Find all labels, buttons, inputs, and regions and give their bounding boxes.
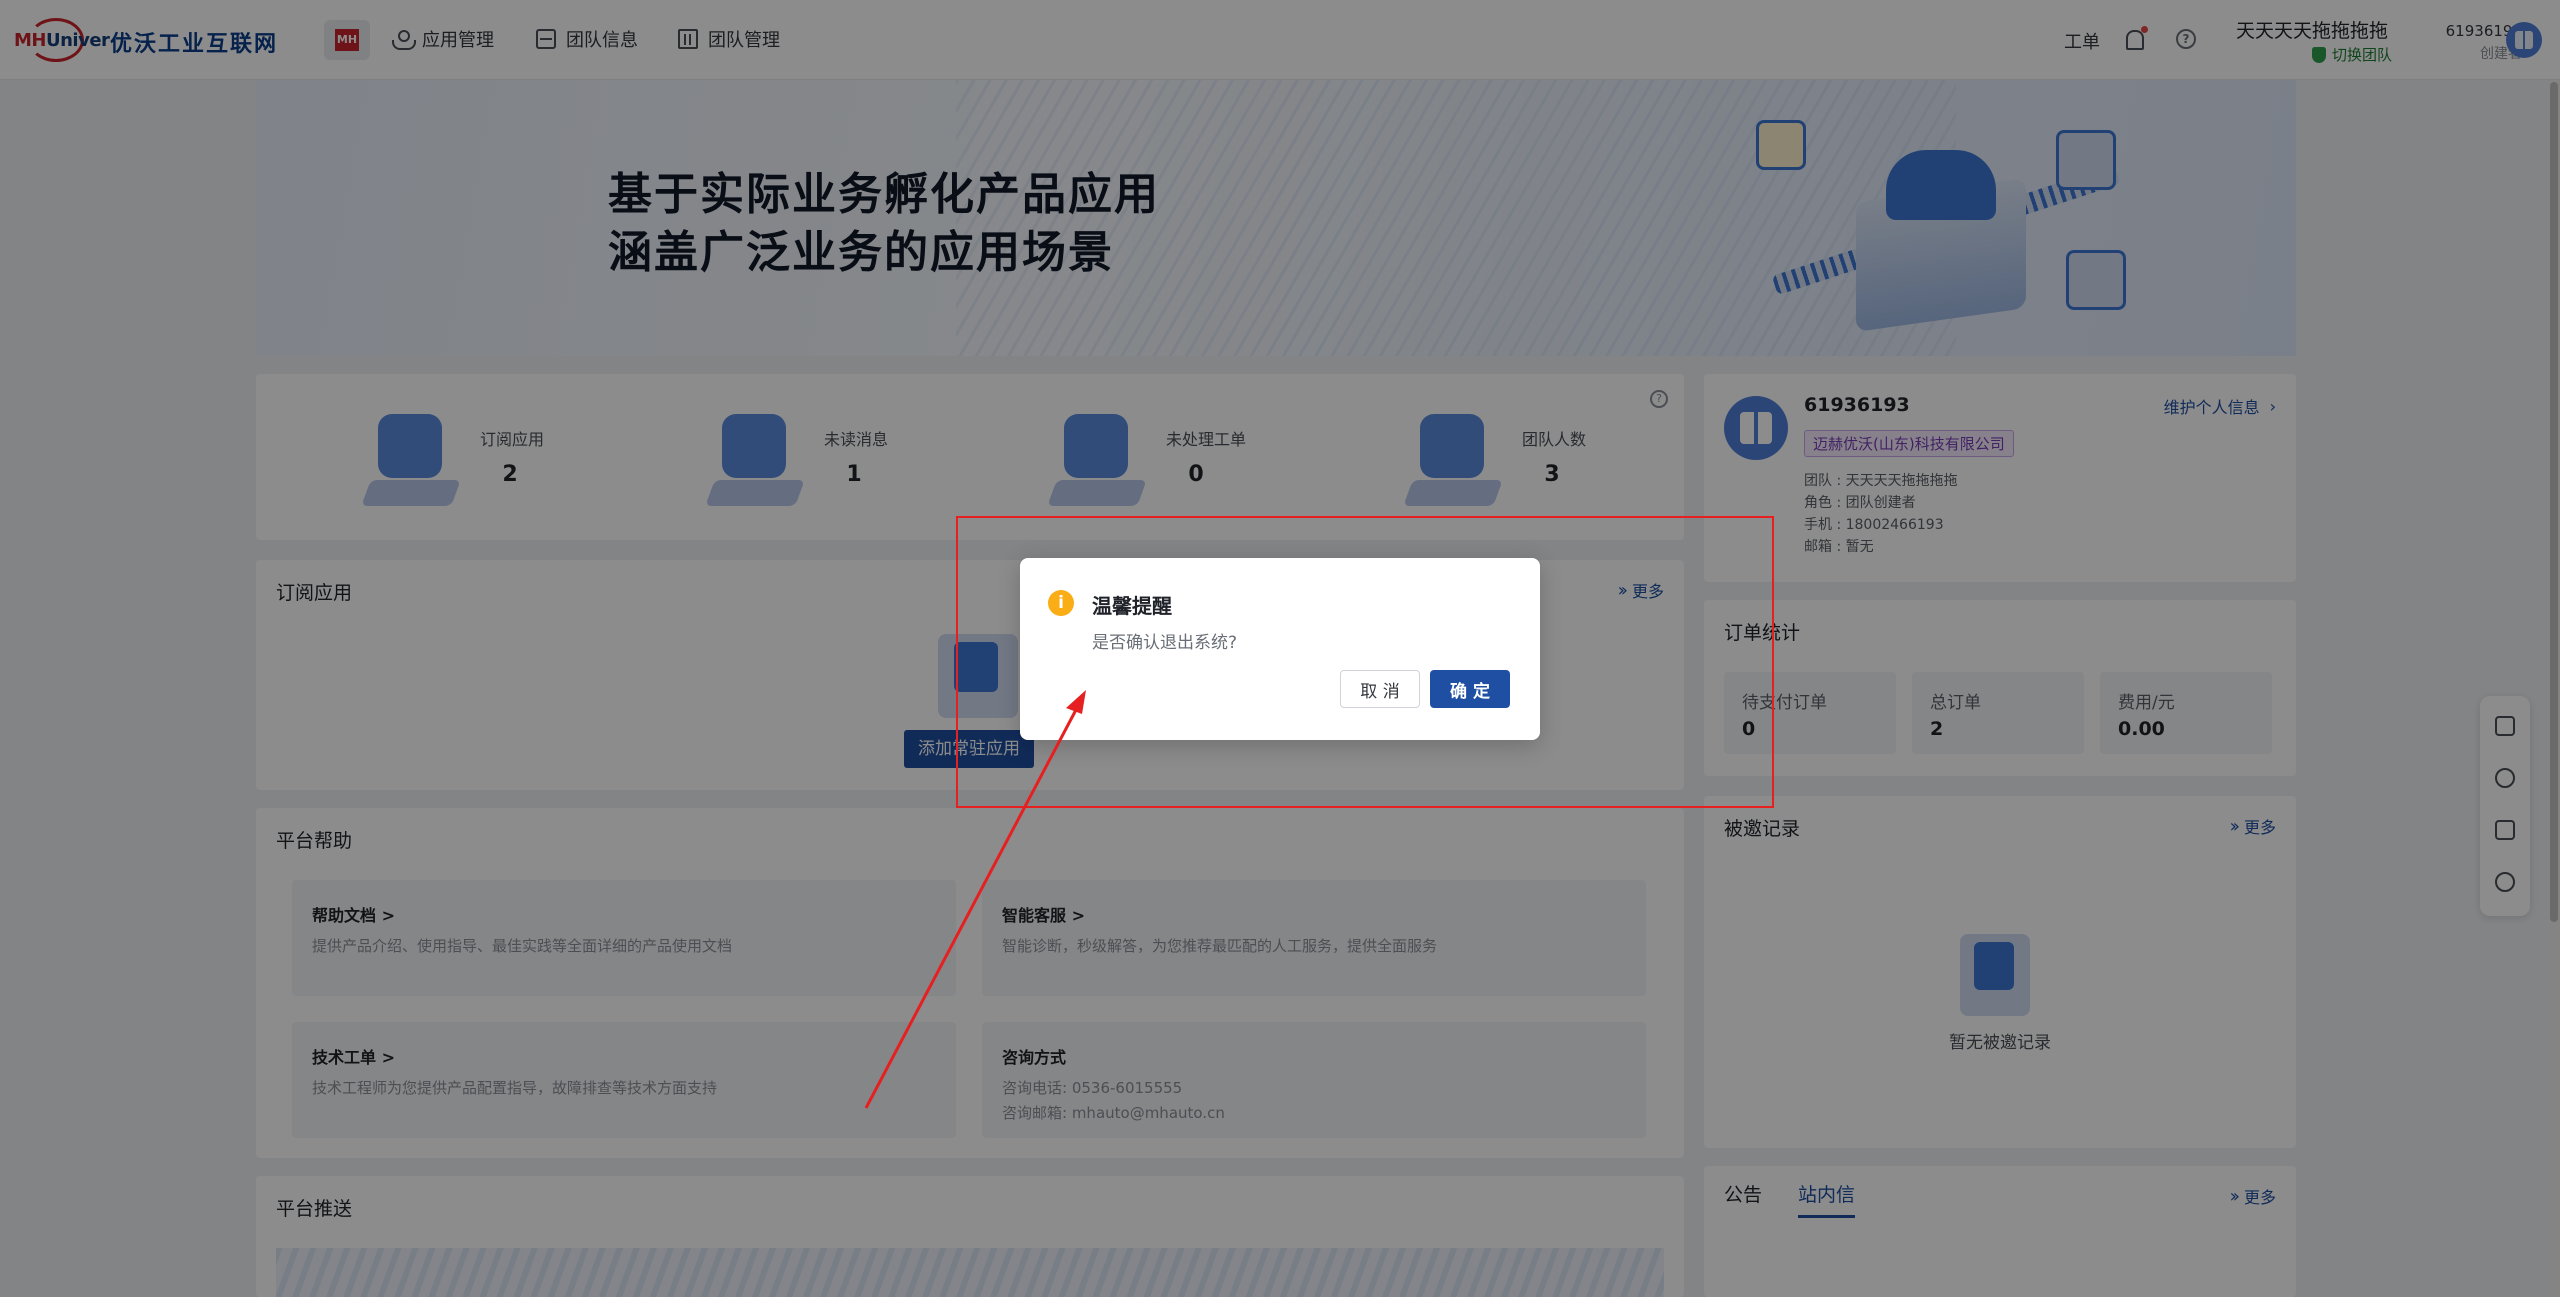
annotation-highlight-box xyxy=(956,516,1774,808)
